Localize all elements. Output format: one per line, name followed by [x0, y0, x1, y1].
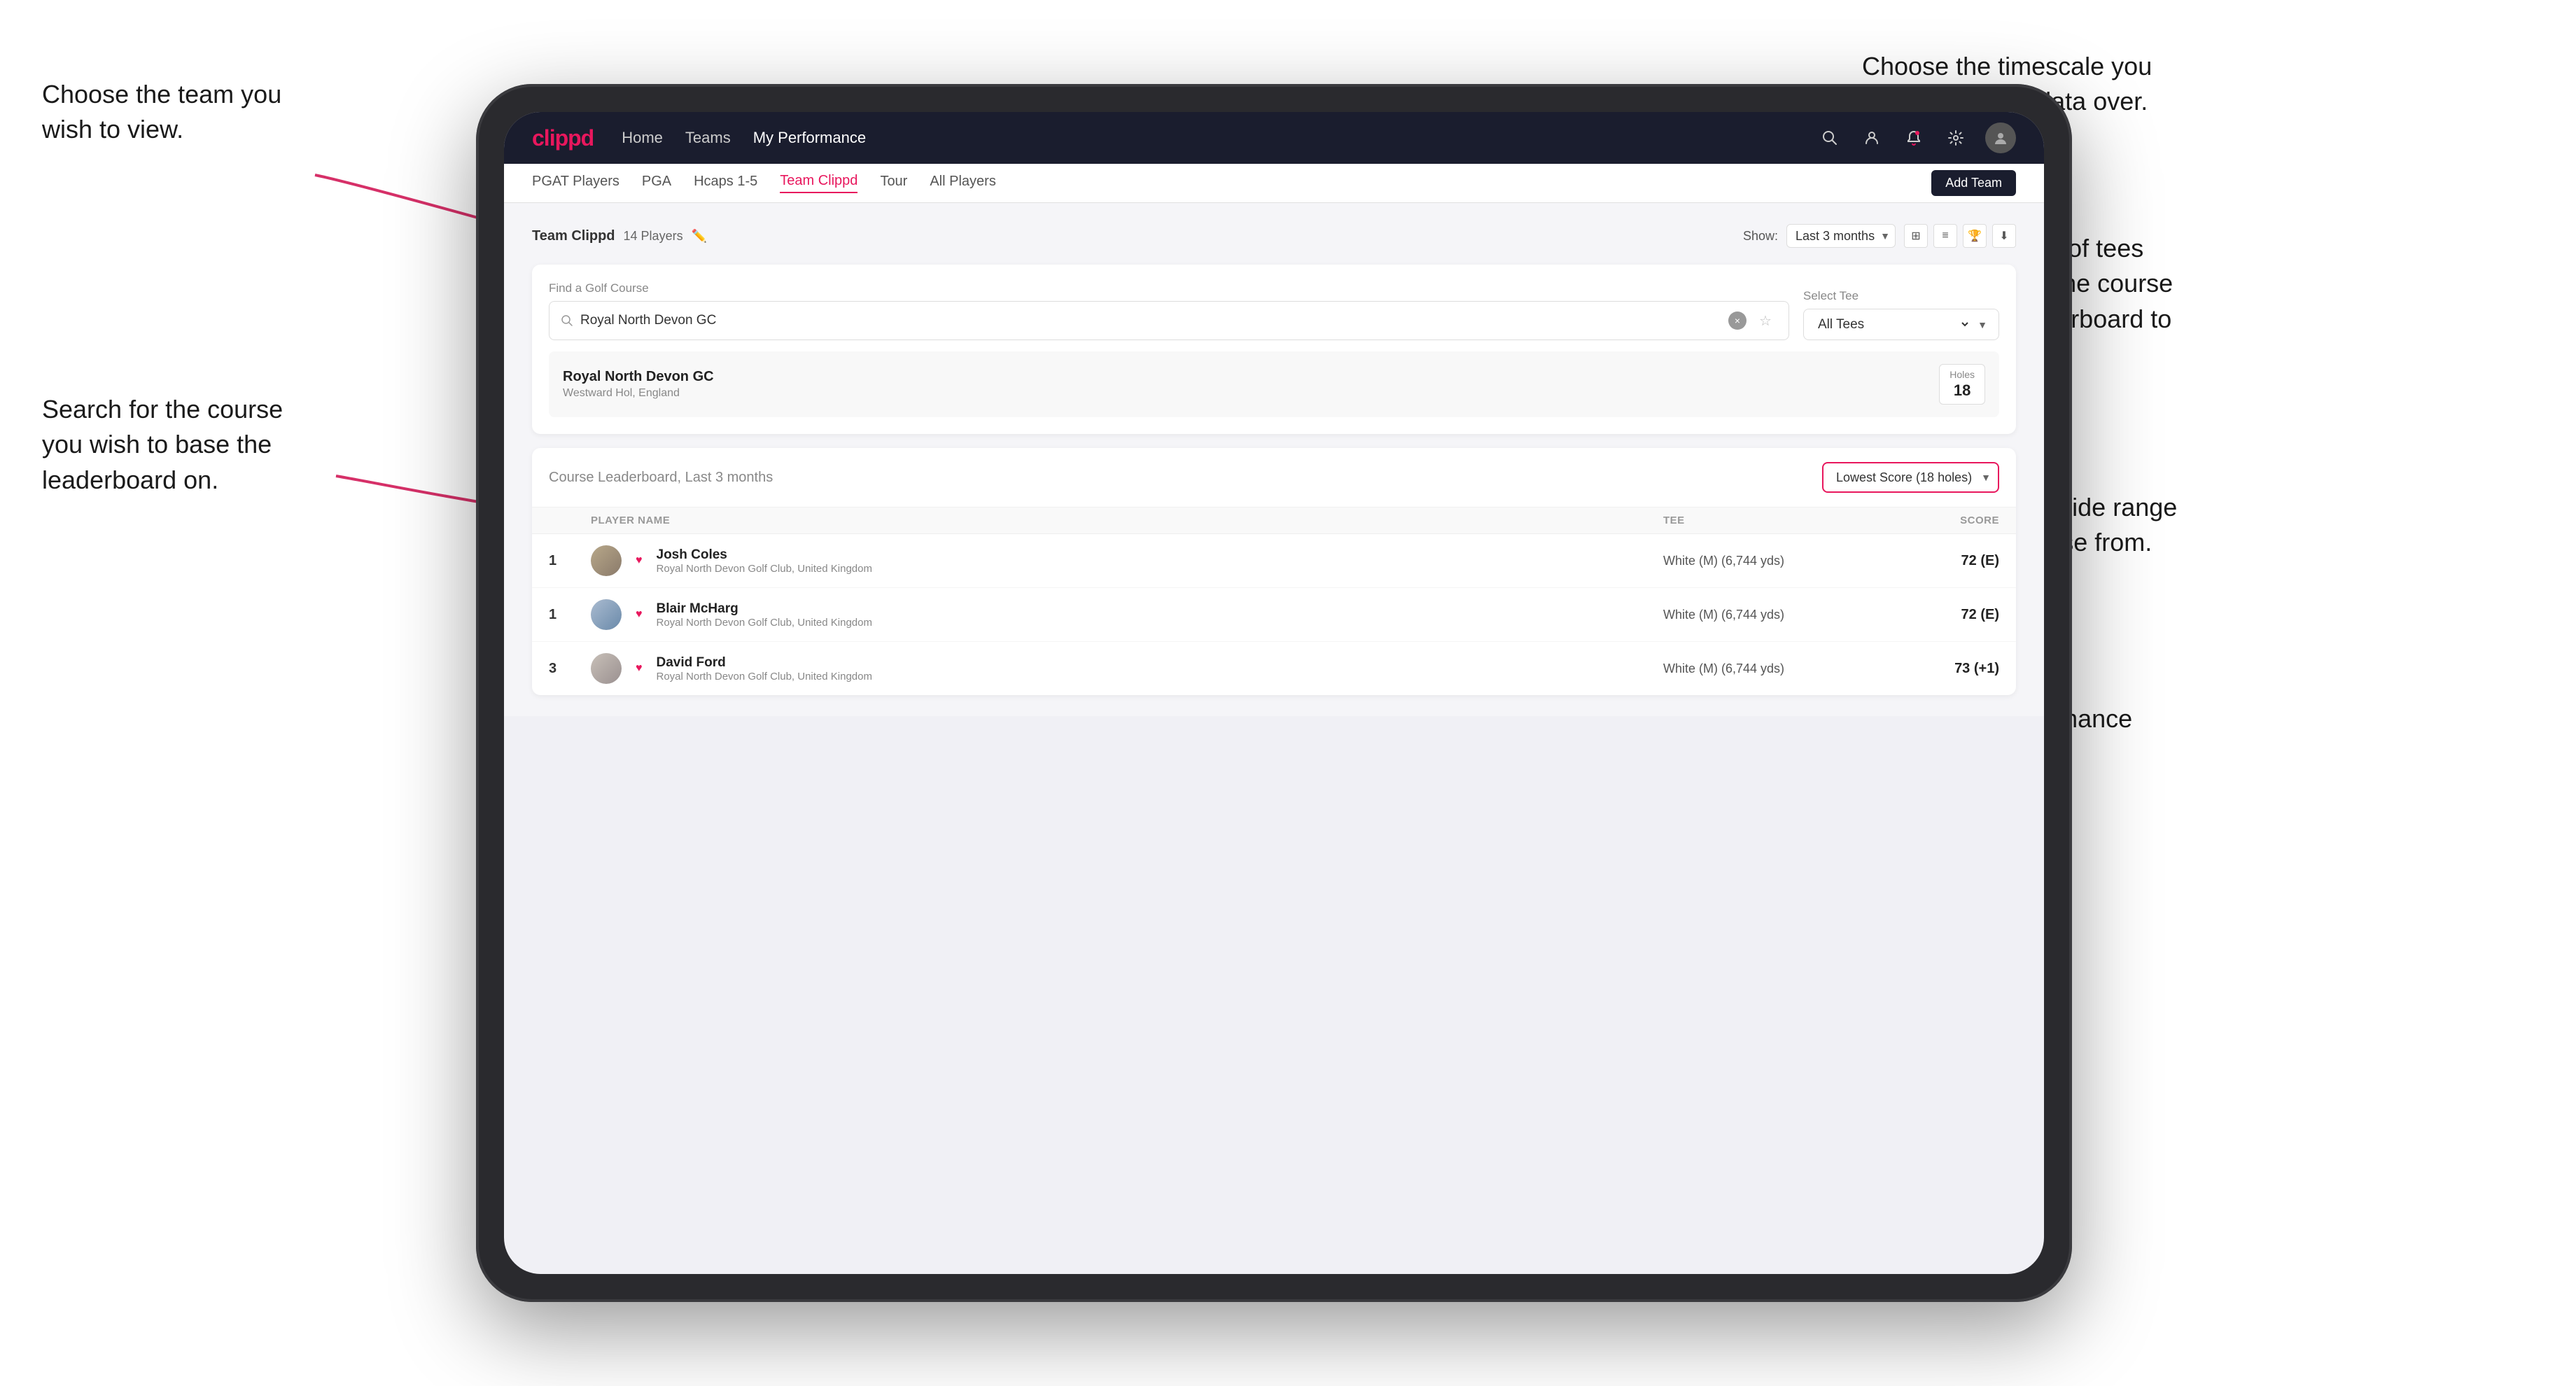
nav-link-teams[interactable]: Teams [685, 129, 731, 147]
subnav: PGAT Players PGA Hcaps 1-5 Team Clippd T… [504, 164, 2044, 203]
player-details-2: Blair McHarg Royal North Devon Golf Club… [657, 601, 872, 629]
table-row[interactable]: 1 ♥ Blair McHarg Royal North Devon Golf … [532, 588, 2016, 642]
tab-pga[interactable]: PGA [642, 174, 671, 192]
player-info-2: ♥ Blair McHarg Royal North Devon Golf Cl… [591, 599, 1663, 630]
tablet-frame: clippd Home Teams My Performance [476, 84, 2072, 1302]
player-rank-2: 1 [549, 607, 591, 623]
notification-icon[interactable] [1901, 125, 1926, 150]
player-details-1: Josh Coles Royal North Devon Golf Club, … [657, 547, 872, 575]
course-location: Westward Hol, England [563, 387, 714, 400]
player-club-2: Royal North Devon Golf Club, United King… [657, 617, 872, 629]
player-rank-1: 1 [549, 553, 591, 569]
team-header: Team Clippd 14 Players ✏️ Show: Last 3 m… [532, 224, 2016, 248]
player-club-3: Royal North Devon Golf Club, United King… [657, 671, 872, 682]
course-search-area: Find a Golf Course × ☆ Select Tee [532, 265, 2016, 434]
navbar-icons [1817, 122, 2016, 153]
search-icon [561, 314, 573, 327]
player-info-3: ♥ David Ford Royal North Devon Golf Club… [591, 653, 1663, 684]
player-tee-2: White (M) (6,744 yds) [1663, 608, 1859, 622]
search-row: Find a Golf Course × ☆ Select Tee [549, 281, 1999, 340]
col-header-score: SCORE [1859, 514, 1999, 526]
holes-badge: Holes 18 [1939, 364, 1985, 405]
player-name-1: Josh Coles [657, 547, 872, 563]
clear-search-button[interactable]: × [1728, 312, 1746, 330]
holes-value: 18 [1949, 382, 1975, 400]
user-avatar[interactable] [1985, 122, 2016, 153]
player-avatar-3 [591, 653, 622, 684]
brand-logo: clippd [532, 125, 594, 151]
player-score-3: 73 (+1) [1859, 661, 1999, 677]
settings-icon[interactable] [1943, 125, 1968, 150]
player-avatar-2 [591, 599, 622, 630]
player-score-1: 72 (E) [1859, 553, 1999, 569]
course-result[interactable]: Royal North Devon GC Westward Hol, Engla… [549, 351, 1999, 417]
player-name-2: Blair McHarg [657, 601, 872, 617]
leaderboard-header: Course Leaderboard, Last 3 months Lowest… [532, 448, 2016, 507]
list-view-button[interactable]: ≡ [1933, 224, 1957, 248]
leaderboard-title: Course Leaderboard, Last 3 months [549, 470, 773, 486]
download-icon[interactable]: ⬇ [1992, 224, 2016, 248]
player-rank-3: 3 [549, 661, 591, 677]
navbar-links: Home Teams My Performance [622, 129, 1789, 147]
nav-link-my-performance[interactable]: My Performance [753, 129, 866, 147]
tab-tour[interactable]: Tour [880, 174, 907, 192]
col-header-rank [549, 514, 591, 526]
search-input-wrap: × ☆ [549, 301, 1789, 340]
show-period-dropdown[interactable]: Last 3 months [1786, 224, 1896, 248]
edit-team-icon[interactable]: ✏️ [692, 229, 707, 244]
tee-select-label: Select Tee [1803, 289, 1999, 303]
course-result-info: Royal North Devon GC Westward Hol, Engla… [563, 369, 714, 400]
tab-team-clippd[interactable]: Team Clippd [780, 173, 858, 193]
annotation-top-left: Choose the team you wish to view. [42, 77, 281, 148]
player-name-3: David Ford [657, 655, 872, 671]
player-score-2: 72 (E) [1859, 607, 1999, 623]
find-course-group: Find a Golf Course × ☆ [549, 281, 1789, 340]
table-header: PLAYER NAME TEE SCORE [532, 507, 2016, 534]
holes-label: Holes [1949, 369, 1975, 380]
favorite-icon-3[interactable]: ♥ [636, 662, 643, 675]
tab-pgat-players[interactable]: PGAT Players [532, 174, 620, 192]
player-details-3: David Ford Royal North Devon Golf Club, … [657, 655, 872, 682]
tab-all-players[interactable]: All Players [930, 174, 995, 192]
tab-hcaps[interactable]: Hcaps 1-5 [694, 174, 757, 192]
score-type-dropdown[interactable]: Lowest Score (18 holes) [1822, 462, 1999, 493]
person-icon[interactable] [1859, 125, 1884, 150]
favorite-icon-1[interactable]: ♥ [636, 554, 643, 567]
show-control: Show: Last 3 months ▼ ⊞ ≡ 🏆 ⬇ [1743, 224, 2016, 248]
search-icon[interactable] [1817, 125, 1842, 150]
tee-select-group: Select Tee All Tees ▼ [1803, 289, 1999, 340]
col-header-tee: TEE [1663, 514, 1859, 526]
nav-link-home[interactable]: Home [622, 129, 663, 147]
team-title: Team Clippd 14 Players ✏️ [532, 228, 707, 244]
player-tee-1: White (M) (6,744 yds) [1663, 554, 1859, 568]
navbar: clippd Home Teams My Performance [504, 112, 2044, 164]
view-icons: ⊞ ≡ 🏆 ⬇ [1904, 224, 2016, 248]
col-header-player: PLAYER NAME [591, 514, 1663, 526]
player-tee-3: White (M) (6,744 yds) [1663, 662, 1859, 676]
player-club-1: Royal North Devon Golf Club, United King… [657, 563, 872, 575]
subnav-tabs: PGAT Players PGA Hcaps 1-5 Team Clippd T… [532, 173, 996, 193]
main-content: Team Clippd 14 Players ✏️ Show: Last 3 m… [504, 203, 2044, 716]
grid-view-button[interactable]: ⊞ [1904, 224, 1928, 248]
find-course-label: Find a Golf Course [549, 281, 1789, 295]
course-search-input[interactable] [580, 313, 1721, 328]
tee-select-dropdown[interactable]: All Tees [1815, 316, 1970, 332]
trophy-icon[interactable]: 🏆 [1963, 224, 1987, 248]
table-row[interactable]: 3 ♥ David Ford Royal North Devon Golf Cl… [532, 642, 2016, 695]
tablet-screen: clippd Home Teams My Performance [504, 112, 2044, 1274]
course-name: Royal North Devon GC [563, 369, 714, 385]
annotation-middle-left: Search for the course you wish to base t… [42, 392, 283, 498]
leaderboard-section: Course Leaderboard, Last 3 months Lowest… [532, 448, 2016, 695]
tee-select-wrap: All Tees ▼ [1803, 309, 1999, 340]
table-row[interactable]: 1 ♥ Josh Coles Royal North Devon Golf Cl… [532, 534, 2016, 588]
player-info-1: ♥ Josh Coles Royal North Devon Golf Club… [591, 545, 1663, 576]
player-avatar-1 [591, 545, 622, 576]
add-team-button[interactable]: Add Team [1931, 170, 2016, 196]
favorite-icon-2[interactable]: ♥ [636, 608, 643, 621]
favorite-button[interactable]: ☆ [1754, 309, 1777, 332]
score-type-wrapper: Lowest Score (18 holes) ▼ [1822, 462, 1999, 493]
